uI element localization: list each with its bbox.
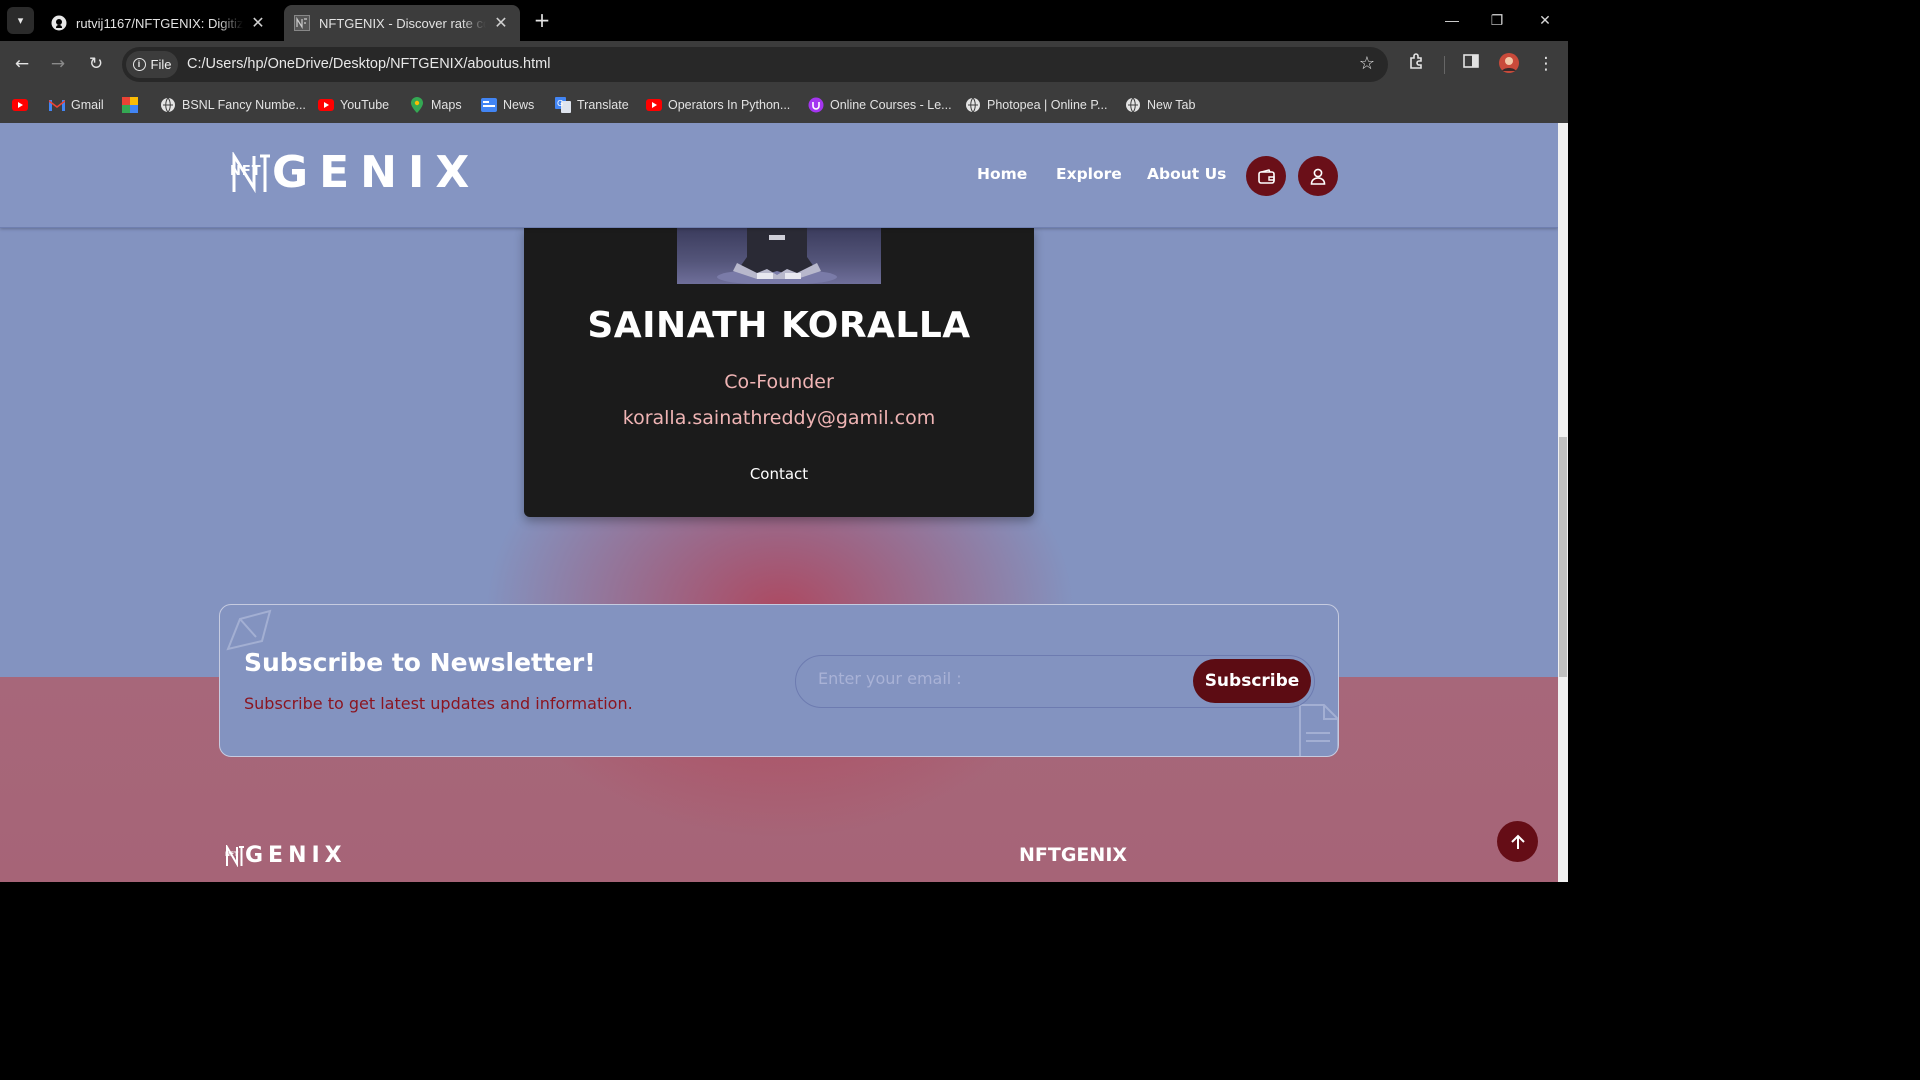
subscribe-button[interactable]: Subscribe [1193,659,1311,703]
bookmark-label: YouTube [340,98,390,112]
youtube-icon [318,97,334,113]
email-input[interactable] [818,669,1178,688]
back-arrow-icon[interactable]: ← [10,52,34,76]
user-icon [1310,168,1326,185]
wallet-icon [1257,168,1275,184]
tab-title: rutvij1167/NFTGENIX: Digitizing [76,15,243,31]
bookmark-bsnl[interactable]: BSNL Fancy Numbe... [160,95,306,115]
bookmark-translate[interactable]: G Translate [555,95,629,115]
tab-github[interactable]: rutvij1167/NFTGENIX: Digitizing ✕ [41,5,277,41]
forward-arrow-icon[interactable]: → [46,52,70,76]
bookmark-label: New Tab [1147,98,1196,112]
svg-text:G: G [557,99,563,108]
browser-tab-strip: ▾ rutvij1167/NFTGENIX: Digitizing ✕ NFTG… [0,0,1568,41]
translate-icon: G [555,97,571,113]
restore-button[interactable]: ❐ [1482,8,1512,32]
bookmark-photopea[interactable]: Photopea | Online P... [965,95,1107,115]
chevron-down-icon: ▾ [17,14,24,27]
new-tab-button[interactable]: + [531,8,553,32]
news-icon [481,97,497,113]
footer-logo[interactable]: NFT GENIX [225,845,347,867]
document-decoration-icon [1299,704,1338,756]
site-info-chip[interactable]: i File [126,51,178,78]
footer-brand-title: NFTGENIX [1019,844,1128,866]
member-photo [677,227,881,284]
youtube-icon [646,97,662,113]
site-logo[interactable]: NFT GENIX [230,151,480,195]
arrow-up-icon [1510,834,1525,849]
bookmark-label: Translate [577,98,629,112]
maps-icon [409,97,425,113]
tab-nftgenix[interactable]: NFTGENIX - Discover rate collec ✕ [284,5,520,41]
toolbar-divider [1444,56,1445,74]
bookmark-youtube-shortcut[interactable] [12,95,34,115]
bookmark-label: Photopea | Online P... [987,98,1108,112]
courses-icon [808,97,824,113]
page-viewport: NFT GENIX Home Explore About Us SAINATH … [0,123,1558,882]
globe-icon [160,97,176,113]
bookmark-label: Gmail [71,98,104,112]
profile-avatar[interactable] [1497,52,1521,76]
browser-toolbar: ← → ↻ i File C:/Users/hp/OneDrive/Deskto… [0,41,1568,88]
bookmarks-bar: Gmail BSNL Fancy Numbe... YouTube Maps N… [0,88,1568,123]
team-member-card: SAINATH KORALLA Co-Founder koralla.saina… [524,227,1034,517]
bookmark-label: Maps [431,98,462,112]
youtube-icon [12,97,28,113]
bookmark-label: News [503,98,535,112]
gmail-icon [49,97,65,113]
logo-nft-mark: NFT [230,152,272,194]
bookmark-label: Operators In Python... [668,98,791,112]
bookmark-star-icon[interactable]: ☆ [1359,53,1375,74]
github-icon [51,15,67,31]
newsletter-section: Subscribe to Newsletter! Subscribe to ge… [219,604,1339,757]
nav-about-link[interactable]: About Us [1147,165,1226,183]
wallet-button[interactable] [1246,156,1286,196]
minimize-button[interactable]: — [1437,8,1467,32]
bookmark-news[interactable]: News [481,95,534,115]
close-tab-icon[interactable]: ✕ [249,13,267,33]
info-icon: i [132,58,146,71]
bookmark-operators-python[interactable]: Operators In Python... [646,95,790,115]
side-panel-icon[interactable] [1459,52,1483,76]
tab-search-button[interactable]: ▾ [7,7,34,34]
google-icon [122,97,138,113]
site-header: NFT GENIX Home Explore About Us [0,123,1558,228]
menu-kebab-icon[interactable]: ⋮ [1534,52,1558,76]
bookmark-online-courses[interactable]: Online Courses - Le... [808,95,952,115]
contact-button[interactable]: Contact [729,465,829,483]
site-info-label: File [150,57,172,72]
url-text[interactable]: C:/Users/hp/OneDrive/Desktop/NFTGENIX/ab… [187,56,550,72]
logo-genix-text: GENIX [272,147,481,198]
footer-logo-genix-text: GENIX [245,843,347,868]
reload-icon[interactable]: ↻ [84,52,108,76]
globe-icon [965,97,981,113]
scroll-to-top-button[interactable] [1497,821,1538,862]
scrollbar-thumb[interactable] [1559,437,1567,677]
bookmark-maps[interactable]: Maps [409,95,462,115]
extensions-icon[interactable] [1405,52,1429,76]
bookmark-youtube[interactable]: YouTube [318,95,389,115]
address-bar[interactable]: i File C:/Users/hp/OneDrive/Desktop/NFTG… [122,47,1388,82]
globe-icon [1125,97,1141,113]
footer-logo-nft-mark: NFT [225,845,245,867]
bookmark-new-tab[interactable]: New Tab [1125,95,1195,115]
member-email[interactable]: koralla.sainathreddy@gamil.com [524,407,1034,429]
member-name: SAINATH KORALLA [587,305,971,346]
nav-home-link[interactable]: Home [977,165,1027,183]
bookmark-gmail[interactable]: Gmail [49,95,104,115]
profile-button[interactable] [1298,156,1338,196]
newsletter-title: Subscribe to Newsletter! [244,648,596,677]
bookmark-label: Online Courses - Le... [830,98,952,112]
page-favicon-icon [294,15,310,31]
close-tab-icon[interactable]: ✕ [492,13,510,33]
bookmark-label: BSNL Fancy Numbe... [182,98,306,112]
tab-title: NFTGENIX - Discover rate collec [319,15,486,31]
member-role: Co-Founder [724,371,834,393]
newsletter-subtitle: Subscribe to get latest updates and info… [244,694,633,713]
close-window-button[interactable]: ✕ [1530,8,1560,32]
nav-explore-link[interactable]: Explore [1056,165,1122,183]
bookmark-google[interactable] [122,95,144,115]
newsletter-form: Subscribe [795,655,1315,708]
